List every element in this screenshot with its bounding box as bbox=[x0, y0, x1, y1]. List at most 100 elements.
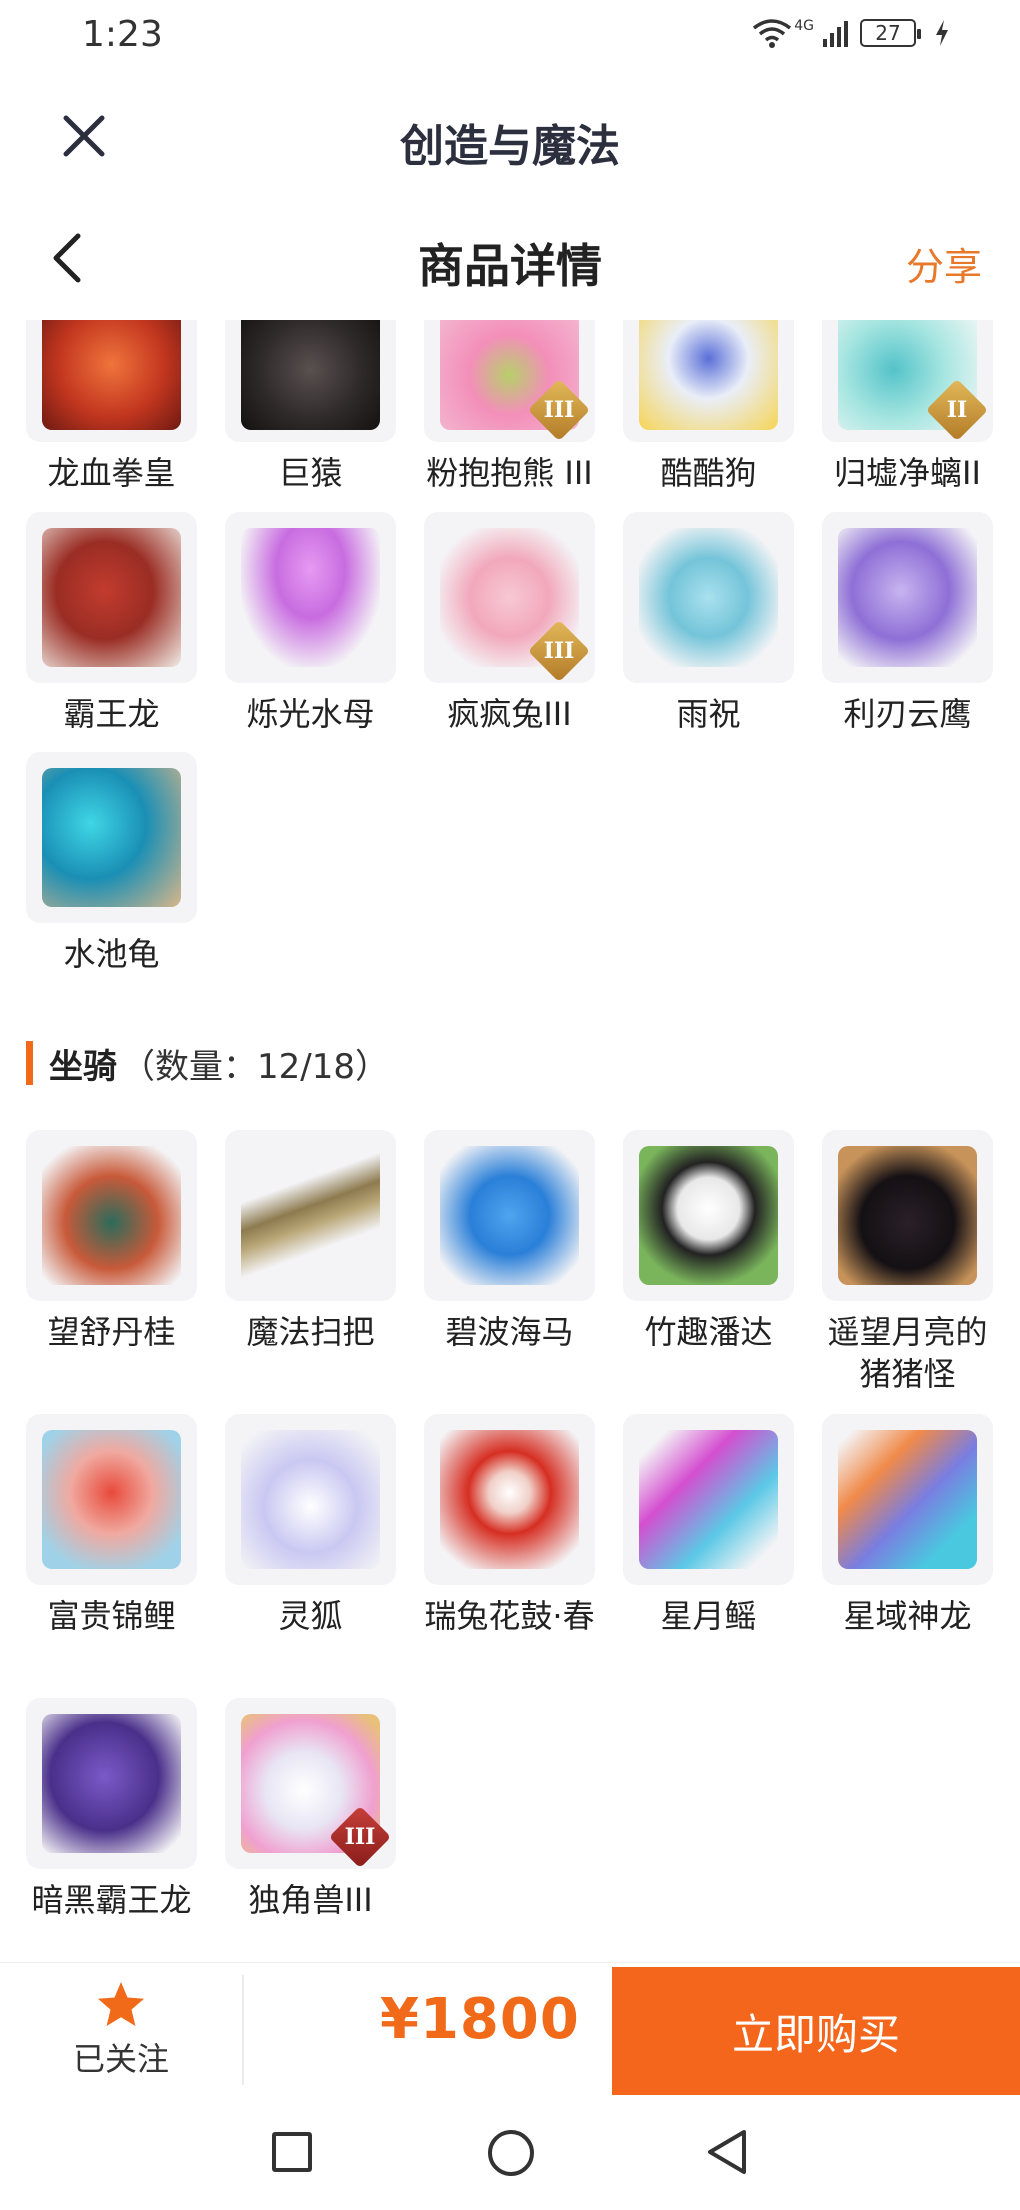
list-item[interactable]: III 粉抱抱熊 III bbox=[424, 320, 595, 494]
signal-icon bbox=[822, 19, 852, 47]
item-name: 星域神龙 bbox=[843, 1597, 972, 1635]
back-triangle-icon[interactable] bbox=[704, 2128, 750, 2176]
item-name: 霸王龙 bbox=[63, 695, 160, 733]
list-item[interactable]: 雨祝 bbox=[623, 512, 794, 735]
list-item[interactable]: 富贵锦鲤 bbox=[26, 1414, 197, 1637]
item-thumbnail bbox=[225, 1414, 396, 1585]
item-thumbnail bbox=[26, 1414, 197, 1585]
list-item[interactable]: 灵狐 bbox=[225, 1414, 396, 1637]
wifi-icon bbox=[752, 18, 792, 48]
item-thumbnail bbox=[623, 1414, 794, 1585]
item-name: 疯疯兔III bbox=[447, 695, 572, 733]
item-name: 雨祝 bbox=[676, 695, 741, 733]
list-item[interactable]: 魔法扫把 bbox=[225, 1130, 396, 1395]
item-name: 归墟净螭II bbox=[834, 454, 981, 492]
item-name: 星月鳐 bbox=[660, 1597, 757, 1635]
list-item[interactable]: III 疯疯兔III bbox=[424, 512, 595, 735]
item-thumbnail bbox=[26, 320, 197, 442]
home-icon[interactable] bbox=[488, 2130, 534, 2176]
app-header: 创造与魔法 bbox=[0, 80, 1020, 190]
pet-grid-row-1: 龙血拳皇 巨猿 III 粉抱抱熊 III 酷酷狗 II 归墟净螭II bbox=[26, 320, 1006, 494]
buy-now-button[interactable]: 立即购买 bbox=[612, 1967, 1020, 2095]
list-item[interactable]: 烁光水母 bbox=[225, 512, 396, 735]
section-accent-bar bbox=[26, 1041, 33, 1085]
price: ¥1800 bbox=[380, 1987, 580, 2052]
list-item[interactable]: 利刃云鹰 bbox=[822, 512, 993, 735]
app-title: 创造与魔法 bbox=[400, 121, 620, 172]
item-thumbnail bbox=[424, 1414, 595, 1585]
item-name: 利刃云鹰 bbox=[843, 695, 972, 733]
item-thumbnail bbox=[822, 1414, 993, 1585]
item-thumbnail bbox=[26, 1130, 197, 1301]
item-thumbnail bbox=[424, 1130, 595, 1301]
divider bbox=[242, 1975, 244, 2085]
list-item[interactable]: 龙血拳皇 bbox=[26, 320, 197, 494]
item-thumbnail bbox=[225, 512, 396, 683]
list-item[interactable]: 暗黑霸王龙 bbox=[26, 1698, 197, 1921]
section-count: （数量：12/18） bbox=[121, 1046, 389, 1087]
mount-grid-row-2: 富贵锦鲤 灵狐 瑞兔花鼓·春 星月鳐 星域神龙 bbox=[26, 1414, 1006, 1637]
list-item[interactable]: 竹趣潘达 bbox=[623, 1130, 794, 1395]
pet-grid-row-2: 霸王龙 烁光水母 III 疯疯兔III 雨祝 利刃云鹰 bbox=[26, 512, 1006, 735]
item-name: 竹趣潘达 bbox=[644, 1313, 773, 1351]
item-name: 魔法扫把 bbox=[246, 1313, 375, 1351]
item-thumbnail bbox=[26, 1698, 197, 1869]
network-type: 4G bbox=[794, 18, 814, 34]
bottom-action-bar: 已关注 ¥1800 立即购买 bbox=[0, 1962, 1020, 2096]
item-name: 巨猿 bbox=[278, 454, 343, 492]
status-time: 1:23 bbox=[82, 14, 163, 55]
mount-grid-row-1: 望舒丹桂 魔法扫把 碧波海马 竹趣潘达 遥望月亮的猪猪怪 bbox=[26, 1130, 1006, 1395]
tier-badge: III bbox=[527, 378, 591, 442]
list-item[interactable]: 星域神龙 bbox=[822, 1414, 993, 1637]
battery-icon: 27 bbox=[860, 19, 921, 47]
mount-grid-row-3: 暗黑霸王龙 III 独角兽III bbox=[26, 1698, 1006, 1921]
list-item[interactable]: II 归墟净螭II bbox=[822, 320, 993, 494]
item-name: 水池龟 bbox=[63, 935, 160, 973]
item-thumbnail bbox=[623, 320, 794, 442]
list-item[interactable]: 望舒丹桂 bbox=[26, 1130, 197, 1395]
pet-grid-row-3: 水池龟 bbox=[26, 752, 1006, 975]
product-content[interactable]: 龙血拳皇 巨猿 III 粉抱抱熊 III 酷酷狗 II 归墟净螭II 霸王龙 烁… bbox=[0, 320, 1020, 1960]
item-thumbnail: II bbox=[822, 320, 993, 442]
system-nav-bar bbox=[0, 2100, 1020, 2210]
item-name: 粉抱抱熊 III bbox=[426, 454, 593, 492]
tier-badge: II bbox=[925, 378, 989, 442]
item-thumbnail: III bbox=[424, 512, 595, 683]
item-name: 望舒丹桂 bbox=[47, 1313, 176, 1351]
item-name: 碧波海马 bbox=[445, 1313, 574, 1351]
list-item[interactable]: 巨猿 bbox=[225, 320, 396, 494]
share-button[interactable]: 分享 bbox=[906, 236, 982, 291]
tier-badge: III bbox=[527, 619, 591, 683]
list-item[interactable]: 碧波海马 bbox=[424, 1130, 595, 1395]
item-thumbnail bbox=[623, 1130, 794, 1301]
charging-icon bbox=[934, 19, 950, 47]
list-item[interactable]: 遥望月亮的猪猪怪 bbox=[822, 1130, 993, 1395]
item-thumbnail bbox=[822, 1130, 993, 1301]
item-name: 瑞兔花鼓·春 bbox=[424, 1597, 595, 1635]
page-title: 商品详情 bbox=[418, 239, 602, 293]
item-thumbnail bbox=[822, 512, 993, 683]
section-title: 坐骑 bbox=[49, 1046, 117, 1087]
item-name: 遥望月亮的猪猪怪 bbox=[827, 1313, 988, 1393]
item-thumbnail bbox=[623, 512, 794, 683]
status-icons: 4G 27 bbox=[752, 18, 950, 48]
list-item[interactable]: 星月鳐 bbox=[623, 1414, 794, 1637]
item-thumbnail bbox=[26, 512, 197, 683]
recent-apps-icon[interactable] bbox=[272, 2132, 312, 2172]
item-thumbnail: III bbox=[424, 320, 595, 442]
nav-header: 商品详情 分享 bbox=[0, 210, 1020, 306]
list-item[interactable]: 瑞兔花鼓·春 bbox=[424, 1414, 595, 1637]
follow-button[interactable]: 已关注 bbox=[0, 1963, 242, 2097]
item-name: 暗黑霸王龙 bbox=[31, 1881, 192, 1919]
item-name: 烁光水母 bbox=[246, 695, 375, 733]
item-thumbnail bbox=[225, 320, 396, 442]
list-item[interactable]: 水池龟 bbox=[26, 752, 197, 975]
list-item[interactable]: 酷酷狗 bbox=[623, 320, 794, 494]
item-thumbnail bbox=[26, 752, 197, 923]
item-thumbnail: III bbox=[225, 1698, 396, 1869]
item-name: 独角兽III bbox=[248, 1881, 373, 1919]
follow-label: 已关注 bbox=[72, 2040, 169, 2078]
list-item[interactable]: 霸王龙 bbox=[26, 512, 197, 735]
item-name: 富贵锦鲤 bbox=[47, 1597, 176, 1635]
list-item[interactable]: III 独角兽III bbox=[225, 1698, 396, 1921]
